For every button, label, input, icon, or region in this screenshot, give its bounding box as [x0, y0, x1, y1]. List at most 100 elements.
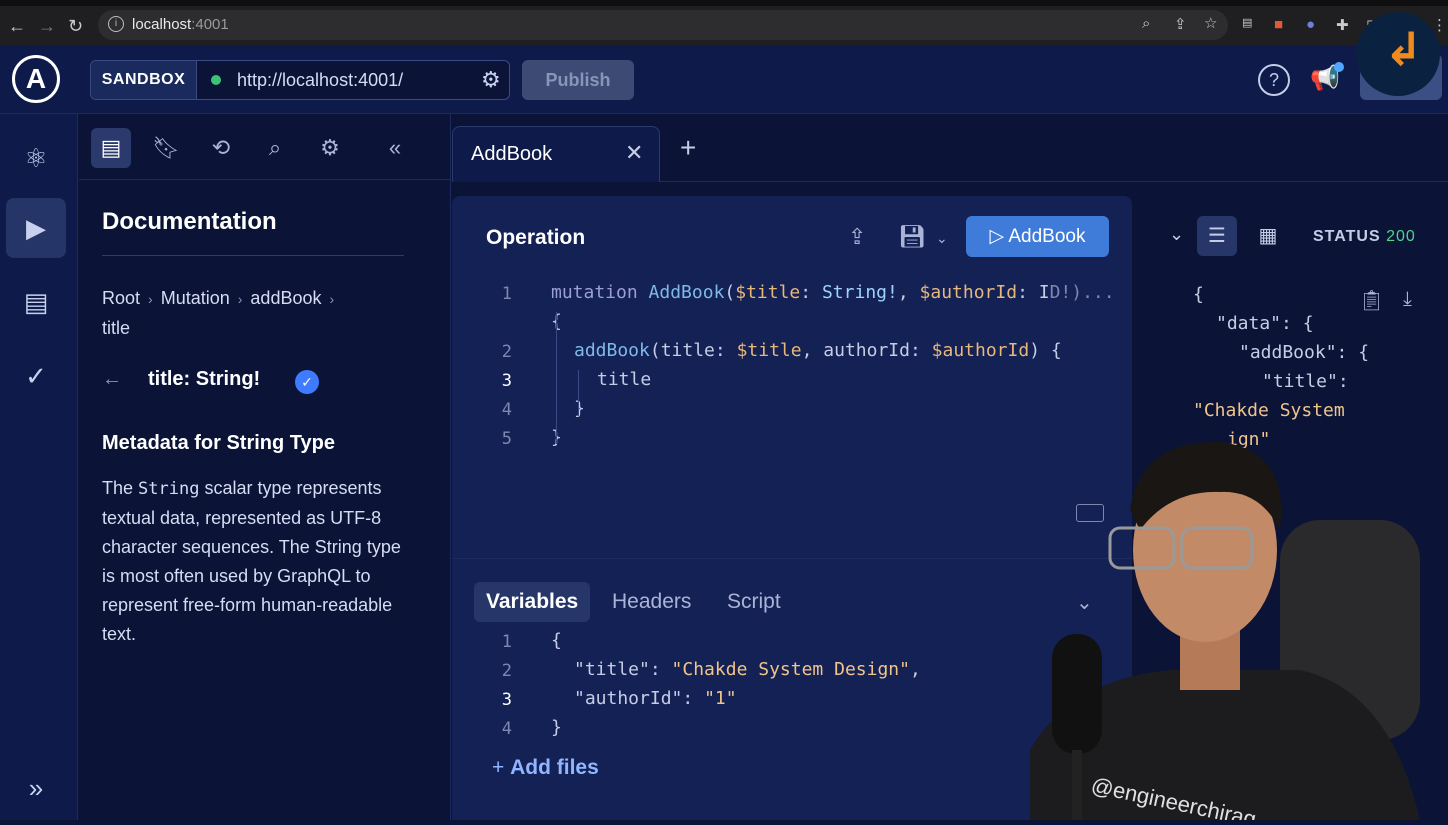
app-header: A SANDBOX http://localhost:4001/ ⚙ Publi…: [0, 46, 1448, 114]
webcam-overlay: @engineerchirag: [1030, 420, 1448, 825]
breadcrumb-title: title: [102, 318, 131, 338]
settings-gear-icon[interactable]: ⚙: [310, 128, 350, 168]
line-number: 1: [501, 632, 512, 652]
checks-icon[interactable]: ✓: [6, 346, 66, 406]
breadcrumb-addbook[interactable]: addBook: [250, 288, 321, 308]
close-tab-icon[interactable]: ✕: [625, 140, 643, 166]
variable-authorid: $authorId: [919, 282, 1018, 303]
extension-new-icon[interactable]: ▤: [1242, 16, 1252, 29]
breadcrumb-root[interactable]: Root: [102, 288, 140, 308]
presenter-illustration: @engineerchirag: [1030, 441, 1420, 825]
line-number: 4: [501, 719, 512, 739]
collapse-panel-icon[interactable]: «: [375, 128, 415, 168]
paren: (: [724, 282, 736, 303]
publish-button[interactable]: Publish: [522, 60, 634, 100]
tab-headers[interactable]: Headers: [600, 582, 703, 622]
var-key-authorid: "authorId": [574, 688, 683, 709]
plus-icon: +: [492, 756, 511, 779]
vars-open: {: [551, 630, 562, 651]
vars-line-authorid: "authorId": "1": [574, 688, 737, 709]
desc-prefix: The: [102, 478, 139, 498]
keyword-mutation: mutation: [551, 282, 638, 303]
line-number: 2: [501, 661, 512, 681]
line-number: 1: [501, 284, 512, 304]
tab-label: AddBook: [471, 143, 553, 165]
documentation-title: Documentation: [102, 208, 277, 235]
json-line: {: [1193, 284, 1204, 305]
share-icon[interactable]: ⇪: [848, 224, 866, 250]
brace-open: ) {: [1029, 340, 1062, 361]
extension-c-icon[interactable]: ■: [1274, 16, 1283, 33]
address-host: localhost: [132, 16, 192, 33]
table-view-icon[interactable]: ▦: [1248, 216, 1288, 256]
bookmark-icon[interactable]: 🔖︎: [146, 128, 186, 168]
desc-code: String: [138, 479, 200, 499]
code-line-2: addBook(title: $title, authorId: $author…: [574, 340, 1062, 361]
chevron-right-icon: ›: [148, 291, 153, 307]
site-info-icon[interactable]: i: [108, 16, 124, 32]
status-label: STATUS: [1313, 228, 1381, 245]
schema-graph-icon[interactable]: ⚛: [6, 128, 66, 188]
json-view-icon[interactable]: ☰: [1197, 216, 1237, 256]
extensions-puzzle-icon[interactable]: ✚: [1336, 16, 1349, 34]
status-code: 200: [1386, 228, 1416, 245]
vars-line-title: "title": "Chakde System Design",: [574, 659, 921, 680]
left-nav-rail: ⚛ ▶ ▤ ✓ »: [0, 114, 78, 820]
field-signature: title: String!: [148, 368, 261, 390]
included-check-icon[interactable]: ✓: [295, 370, 319, 394]
add-files-button[interactable]: + Add files: [492, 756, 599, 780]
operation-name: AddBook: [648, 282, 725, 303]
explorer-play-icon[interactable]: ▶: [6, 198, 66, 258]
address-port: :4001: [191, 16, 229, 33]
variable-title: $title: [735, 282, 801, 303]
extension-r-icon[interactable]: ●: [1306, 16, 1315, 33]
field-addbook: addBook: [574, 340, 650, 361]
code-line-4: }: [574, 398, 585, 419]
copy-icon[interactable]: 📋︎: [1359, 288, 1384, 313]
bookmark-star-icon[interactable]: ☆: [1204, 14, 1217, 32]
history-icon[interactable]: ⟲: [201, 128, 241, 168]
breadcrumb-mutation[interactable]: Mutation: [161, 288, 230, 308]
channel-logo: ↲: [1356, 12, 1440, 96]
play-icon: ▷: [989, 226, 1009, 247]
type-string: String!: [821, 282, 898, 303]
documentation-icon[interactable]: ▤: [91, 128, 131, 168]
reload-icon[interactable]: ↻: [68, 16, 83, 37]
run-operation-button[interactable]: ▷ AddBook: [966, 216, 1109, 257]
comma: ,: [897, 282, 920, 303]
search-icon[interactable]: ⌕: [255, 128, 295, 168]
desc-suffix: scalar type represents textual data, rep…: [102, 478, 401, 644]
line-number: 3: [501, 690, 512, 710]
share-icon[interactable]: ⇪: [1174, 15, 1187, 33]
back-icon[interactable]: ←: [8, 16, 26, 37]
var-value-title: "Chakde System Design": [671, 659, 910, 680]
endpoint-input[interactable]: http://localhost:4001/: [237, 70, 403, 91]
endpoint-bar: SANDBOX http://localhost:4001/ ⚙: [90, 60, 510, 100]
colon: :: [800, 282, 822, 303]
chevron-down-icon[interactable]: ⌄: [936, 230, 948, 247]
apollo-logo-icon[interactable]: A: [12, 55, 60, 103]
endpoint-settings-icon[interactable]: ⚙: [481, 67, 501, 93]
arg-var-authorid: $authorId: [931, 340, 1030, 361]
chevron-right-icon: ›: [237, 291, 243, 307]
add-tab-icon[interactable]: +: [680, 132, 696, 164]
zoom-icon[interactable]: ⌕: [1142, 15, 1150, 32]
operations-collection-icon[interactable]: ▤: [6, 272, 66, 332]
chevron-down-icon[interactable]: ⌄: [1169, 224, 1184, 245]
tab-variables[interactable]: Variables: [474, 582, 591, 622]
help-icon[interactable]: ?: [1258, 64, 1290, 96]
forward-icon[interactable]: →: [38, 16, 56, 37]
tab-script[interactable]: Script: [715, 582, 793, 622]
json-line: "addBook": {: [1239, 342, 1370, 363]
back-arrow-icon[interactable]: ←: [102, 368, 122, 390]
address-bar[interactable]: i localhost:4001 ⌕ ⇪ ☆: [98, 10, 1228, 40]
tab-addbook[interactable]: AddBook ✕: [452, 126, 660, 182]
save-icon[interactable]: 💾︎: [898, 224, 926, 250]
expand-rail-icon[interactable]: »: [6, 758, 66, 818]
add-files-label: Add files: [510, 756, 599, 779]
browser-menu-icon[interactable]: ⋮: [1432, 16, 1447, 34]
response-header: ⌄ ☰ ▦ STATUS 200: [1133, 182, 1448, 262]
operation-tabs: AddBook ✕ +: [452, 114, 1448, 182]
download-icon[interactable]: ⤓: [1403, 288, 1412, 311]
line-number: 3: [501, 371, 512, 391]
